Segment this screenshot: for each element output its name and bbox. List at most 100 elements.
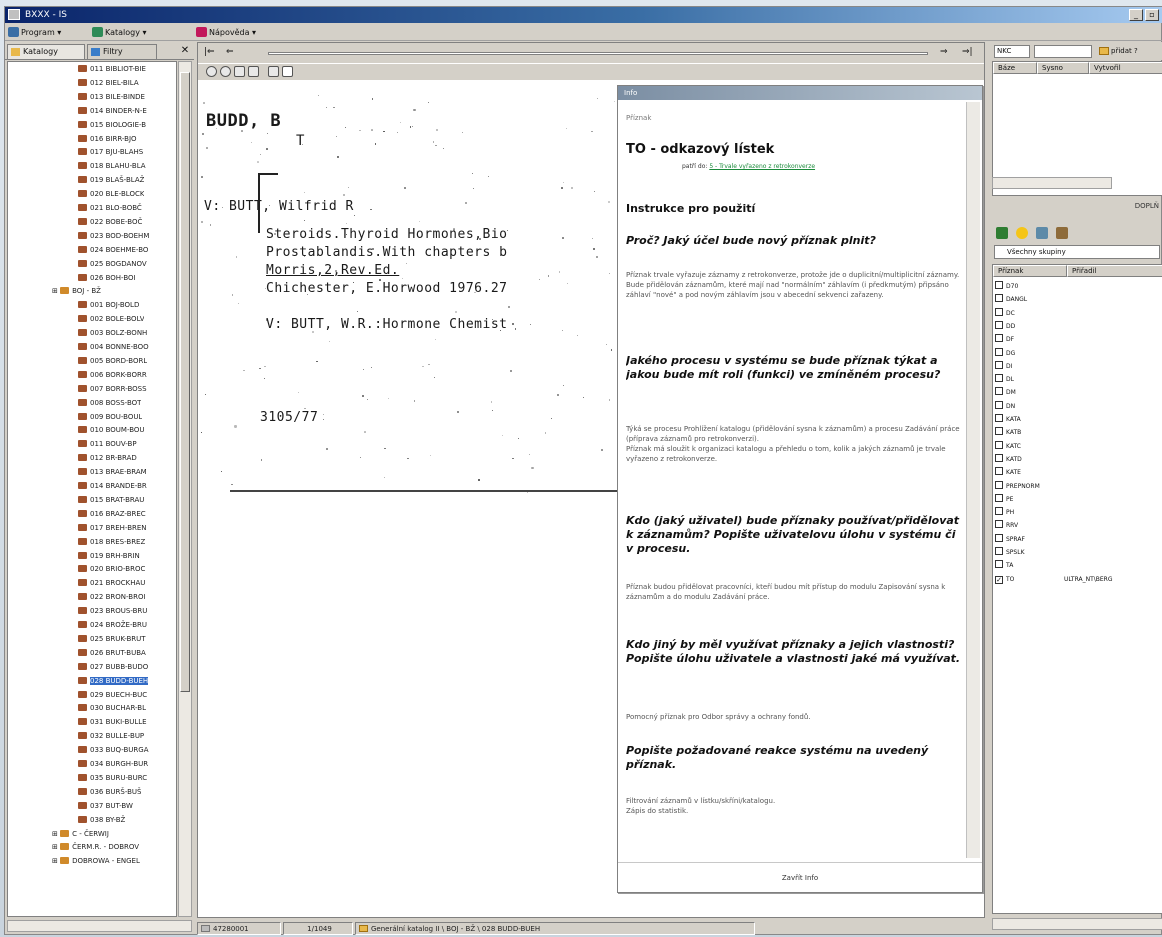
flag-checkbox[interactable] xyxy=(995,493,1003,502)
flag-checkbox[interactable] xyxy=(995,414,1003,422)
flag-checkbox[interactable] xyxy=(995,334,1003,343)
tree-node-item[interactable]: 020 BRIO-BROC xyxy=(78,564,145,575)
flag-row[interactable]: PH xyxy=(995,507,1161,518)
flag-row[interactable]: DD xyxy=(995,320,1161,332)
fit-page-icon[interactable] xyxy=(234,66,245,77)
tree-node-item[interactable]: 034 BURGH-BUR xyxy=(78,759,148,770)
tree-node-item[interactable]: 031 BUKI-BULLE xyxy=(78,717,147,728)
tree-node-item[interactable]: 004 BONNE-BOO xyxy=(78,342,149,353)
flag-row[interactable]: KATD xyxy=(995,453,1161,465)
tree-horizontal-scrollbar[interactable] xyxy=(7,920,192,932)
tree-node-item[interactable]: 024 BOEHME-BO xyxy=(78,245,148,256)
flag-checkbox[interactable] xyxy=(995,281,1003,289)
close-info-button[interactable]: Zavřít Info xyxy=(618,862,982,892)
flag-checkbox[interactable] xyxy=(995,507,1003,516)
flag-row[interactable]: SPRAF xyxy=(995,533,1161,545)
last-card-button[interactable]: ⇒| xyxy=(962,46,973,58)
flag-row[interactable]: SPSLK xyxy=(995,547,1161,558)
flag-row[interactable]: ✓ TO ULTRA_NT\BERG xyxy=(995,574,1161,585)
flags-horizontal-scrollbar[interactable] xyxy=(992,918,1162,930)
flag-checkbox[interactable] xyxy=(995,400,1003,409)
tree-node-item[interactable]: 007 BORR-BOSS xyxy=(78,384,147,395)
flag-row[interactable]: KATB xyxy=(995,427,1161,438)
tree-node-item[interactable]: 027 BUBB-BUDO xyxy=(78,662,148,673)
flag-row[interactable]: DN xyxy=(995,400,1161,412)
tree-node-item[interactable]: 025 BOGDANOV xyxy=(78,259,147,270)
flag-checkbox[interactable] xyxy=(995,387,1003,396)
tree-node-item[interactable]: 001 BOJ-BOLD xyxy=(78,300,139,311)
tree-node-item[interactable]: 006 BORK-BORR xyxy=(78,370,147,381)
previous-card-button[interactable]: ⇐ xyxy=(226,46,234,58)
tree-node-item[interactable]: 013 BILE-BINDE xyxy=(78,92,145,103)
tree-node-item[interactable]: 019 BLAŠ-BLAŽ xyxy=(78,175,144,186)
flag-checkbox[interactable] xyxy=(995,360,1003,369)
tree-node-item[interactable]: 015 BIOLOGIE-B xyxy=(78,120,146,131)
tree-node-item[interactable]: 018 BRES-BREZ xyxy=(78,537,145,548)
tree-node-item[interactable]: 026 BOH-BOI xyxy=(78,273,136,284)
flag-row[interactable]: DF xyxy=(995,334,1161,345)
records-horizontal-scrollbar[interactable] xyxy=(992,177,1112,189)
tree-vertical-scrollbar[interactable] xyxy=(178,61,192,917)
tree-node-item[interactable]: 016 BRAZ-BREC xyxy=(78,509,146,520)
tree-node-item[interactable]: 037 BUT-BW xyxy=(78,801,133,812)
tree-node-item[interactable]: 021 BLO-BOBČ xyxy=(78,203,142,214)
flag-checkbox[interactable] xyxy=(995,560,1003,569)
flag-row[interactable]: D70 xyxy=(995,281,1161,292)
tree-node-item[interactable]: 013 BRAE-BRAM xyxy=(78,467,147,478)
flag-checkbox[interactable] xyxy=(995,533,1003,542)
tree-node-item[interactable]: 014 BINDER-N-E xyxy=(78,106,147,117)
column-header-priradil[interactable]: Přiřadil xyxy=(1067,265,1162,277)
tree-node-item[interactable]: 038 BY-BŽ xyxy=(78,815,125,826)
tree-node-item[interactable]: 010 BOUM-BOU xyxy=(78,425,145,436)
menu-katalogy[interactable]: Katalogy ▾ xyxy=(91,26,150,39)
flag-row[interactable]: PREPNORM xyxy=(995,480,1161,492)
tab-filtry[interactable]: Filtry xyxy=(87,44,157,59)
tree-node-item[interactable]: 024 BROŽE-BRU xyxy=(78,620,147,631)
zoom-in-icon[interactable] xyxy=(206,66,217,77)
tree-node-folder[interactable]: ⊞ DOBROWA - ENGEL xyxy=(52,856,140,867)
flag-row[interactable]: RRV xyxy=(995,520,1161,531)
assign-icon[interactable] xyxy=(1036,227,1048,239)
minimize-button[interactable]: _ xyxy=(1129,9,1143,21)
tree-node-item[interactable]: 025 BRUK-BRUT xyxy=(78,634,146,645)
flag-row[interactable]: KATC xyxy=(995,440,1161,452)
tree-node-item[interactable]: 009 BOU-BOUL xyxy=(78,412,142,423)
tree-node-item[interactable]: 018 BLAHU-BLA xyxy=(78,161,146,172)
flag-row[interactable]: DM xyxy=(995,387,1161,398)
tree-node-item[interactable]: 017 BREH-BREN xyxy=(78,523,147,534)
tree-node-item[interactable]: 022 BOBE-BOČ xyxy=(78,217,142,228)
close-panel-button[interactable]: ✕ xyxy=(179,44,191,58)
tree-node-item[interactable]: 032 BULLE-BUP xyxy=(78,731,144,742)
tree-node-item[interactable]: 033 BUQ-BURGA xyxy=(78,745,149,756)
tree-node-item[interactable]: 023 BROUS-BRU xyxy=(78,606,147,617)
flag-category-link[interactable]: 5 - Trvale vyřazeno z retrokonverze xyxy=(709,163,815,170)
flag-checkbox[interactable] xyxy=(995,347,1003,356)
tree-node-item[interactable]: 016 BIRR-BJO xyxy=(78,134,137,145)
flag-row[interactable]: DC xyxy=(995,307,1161,319)
scrollbar-thumb[interactable] xyxy=(180,72,190,692)
menu-program[interactable]: Program ▾ xyxy=(7,26,64,39)
expand-icon[interactable]: ⊞ xyxy=(52,843,60,851)
tree-node-item[interactable]: 008 BOSS-BOT xyxy=(78,398,141,409)
menu-napoveda[interactable]: Nápověda ▾ xyxy=(195,26,259,39)
flag-checkbox[interactable] xyxy=(995,294,1003,303)
tab-katalogy[interactable]: Katalogy xyxy=(7,44,85,59)
flag-row[interactable]: KATE xyxy=(995,467,1161,478)
tree-node-item[interactable]: 029 BUECH-BUC xyxy=(78,690,147,701)
tree-node-item[interactable]: 036 BURŠ-BUŠ xyxy=(78,787,141,798)
column-header-vytvoril[interactable]: Vytvořil xyxy=(1089,62,1162,74)
tree-node-item[interactable]: 003 BOLZ-BONH xyxy=(78,328,147,339)
column-header-baze[interactable]: Báze xyxy=(993,62,1037,74)
tree-node-item[interactable]: 026 BRUT-BUBA xyxy=(78,648,146,659)
column-header-priznak[interactable]: Příznak xyxy=(993,265,1067,277)
sysno-input[interactable] xyxy=(1034,45,1092,58)
tree-node-item[interactable]: 011 BOUV-BP xyxy=(78,439,137,450)
expand-icon[interactable]: ⊞ xyxy=(52,857,60,865)
info-scrollbar[interactable] xyxy=(966,102,980,858)
flag-checkbox[interactable] xyxy=(995,520,1003,529)
expand-icon[interactable]: ⊞ xyxy=(52,830,60,838)
tree-node-item[interactable]: 021 BROCKHAU xyxy=(78,578,145,589)
zoom-out-icon[interactable] xyxy=(220,66,231,77)
page-icon[interactable] xyxy=(282,66,293,77)
tree-node-item[interactable]: 014 BRANDE-BR xyxy=(78,481,147,492)
